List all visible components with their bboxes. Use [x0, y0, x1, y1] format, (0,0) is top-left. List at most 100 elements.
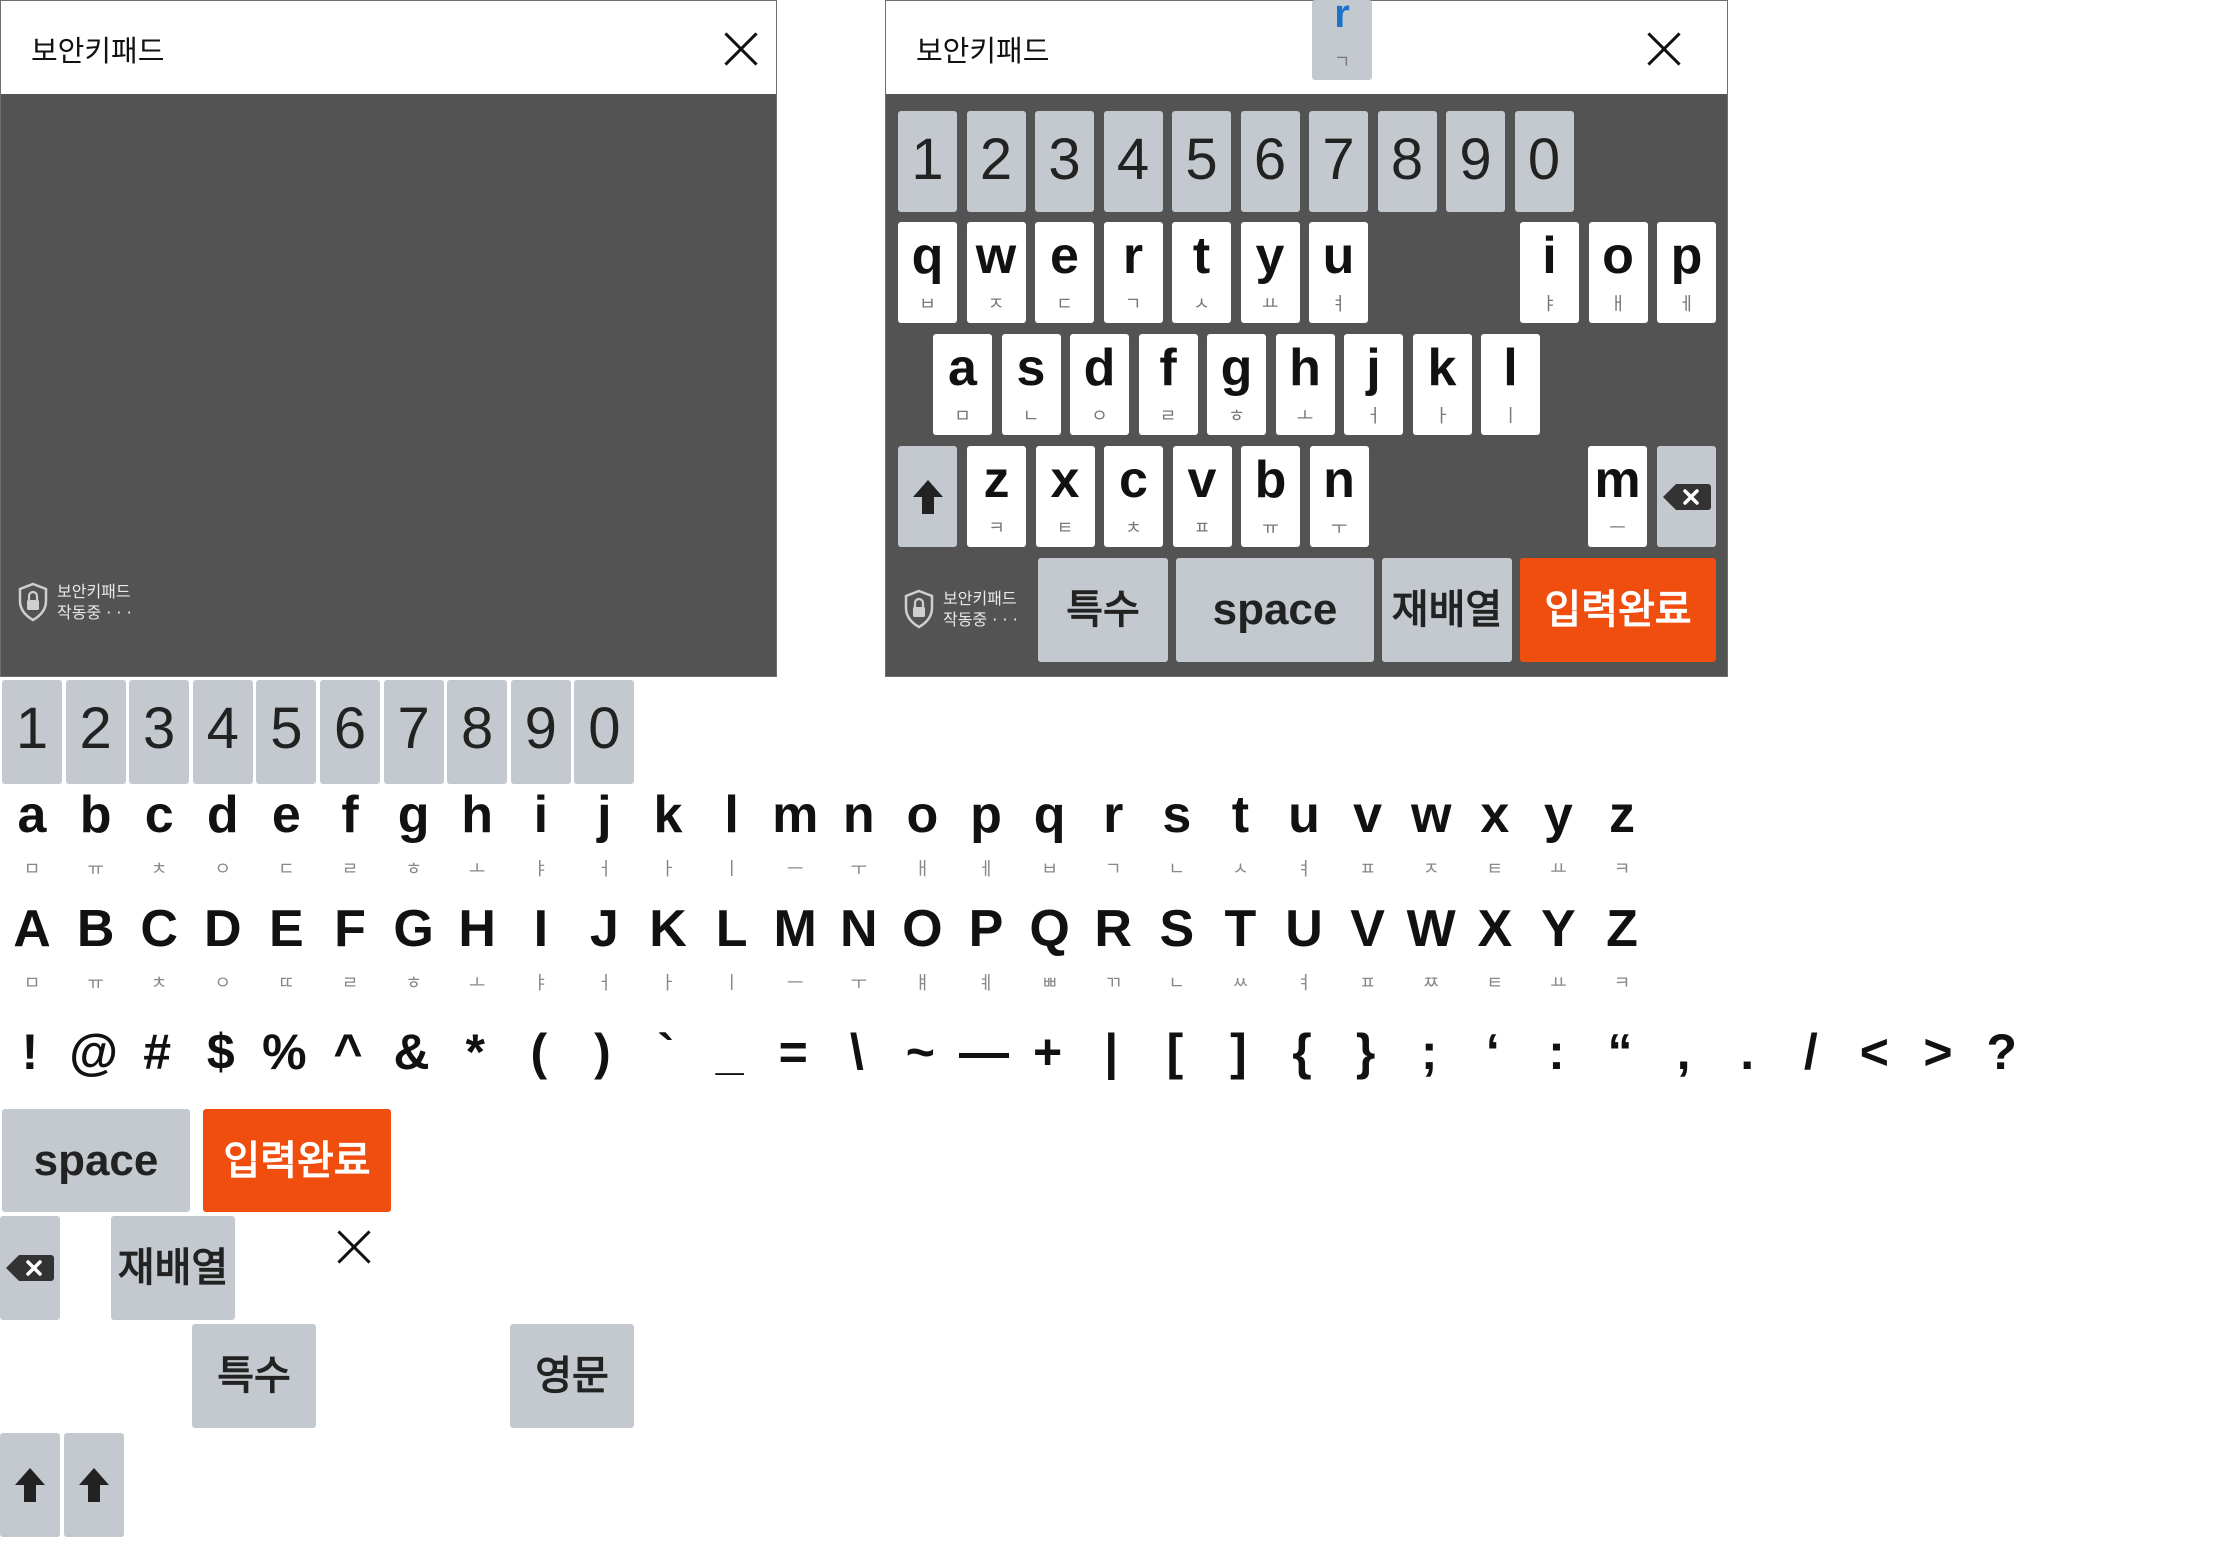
popup-sub: ㄱ — [1333, 52, 1351, 73]
sprite-upper-E: Eㄸ — [254, 903, 318, 995]
key-label: v — [1187, 451, 1217, 509]
shift-arrow-icon — [15, 1468, 45, 1502]
letter-key-l[interactable]: lㅣ — [1481, 334, 1540, 435]
key-label: 6 — [333, 696, 367, 761]
glyph-hangul: ㅑ — [532, 973, 550, 994]
letter-key-f[interactable]: fㄹ — [1138, 334, 1198, 435]
sprite-number-9[interactable]: 9 — [510, 680, 571, 784]
backspace-icon — [6, 1255, 54, 1281]
key-label: u — [1322, 227, 1355, 285]
sprite-number-7[interactable]: 7 — [383, 680, 444, 784]
close-icon[interactable] — [723, 31, 759, 67]
sprite-special-key[interactable]: 특수 — [192, 1324, 316, 1428]
space-key[interactable]: space — [1176, 558, 1374, 662]
glyph-hangul: ㅕ — [1295, 973, 1313, 994]
letter-key-d[interactable]: dㅇ — [1070, 334, 1129, 435]
glyph-char: O — [902, 900, 943, 958]
glyph-char: v — [1353, 786, 1383, 844]
sprite-upper-Y: Yㅛ — [1526, 903, 1590, 995]
sprite-number-5[interactable]: 5 — [256, 680, 317, 784]
glyph-char: j — [597, 786, 612, 844]
done-key[interactable]: 입력완료 — [1520, 558, 1716, 662]
letter-key-b[interactable]: bㅠ — [1241, 446, 1300, 547]
letter-key-z[interactable]: zㅋ — [967, 446, 1026, 547]
letter-key-o[interactable]: oㅐ — [1588, 222, 1648, 323]
glyph-char: y — [1543, 786, 1573, 844]
sprite-number-2[interactable]: 2 — [65, 680, 126, 784]
key-label: x — [1050, 451, 1080, 509]
letter-key-t[interactable]: tㅅ — [1172, 222, 1231, 323]
shift-key[interactable] — [898, 446, 957, 547]
sprite-space-key[interactable]: space — [2, 1109, 190, 1212]
number-key-6[interactable]: 6 — [1240, 111, 1300, 212]
glyph-hangul: ㅛ — [1550, 859, 1567, 880]
letter-key-c[interactable]: cㅊ — [1104, 446, 1163, 547]
letter-key-s[interactable]: sㄴ — [1001, 334, 1061, 435]
key-label: b — [1254, 451, 1287, 509]
glyph-hangul: ㄹ — [341, 973, 359, 994]
number-key-0[interactable]: 0 — [1514, 111, 1574, 212]
sprite-number-0[interactable]: 0 — [574, 680, 635, 784]
key-label: 영문 — [535, 1353, 609, 1399]
glyph-hangul: ㅈ — [1422, 859, 1440, 880]
sprite-number-3[interactable]: 3 — [129, 680, 190, 784]
letter-key-j[interactable]: jㅓ — [1344, 334, 1403, 435]
number-key-5[interactable]: 5 — [1172, 111, 1231, 212]
glyph-hangul: ㄱ — [1104, 859, 1122, 880]
sprite-lower-d: dㅇ — [191, 789, 255, 881]
sprite-symbol: > — [1923, 1024, 1953, 1080]
number-key-8[interactable]: 8 — [1377, 111, 1437, 212]
letter-key-v[interactable]: vㅍ — [1172, 446, 1232, 547]
key-label: 8 — [461, 696, 494, 761]
special-chars-key[interactable]: 특수 — [1038, 558, 1168, 662]
panel-header: 보안키패드 — [886, 1, 1727, 94]
letter-key-x[interactable]: xㅌ — [1035, 446, 1095, 547]
letter-key-w[interactable]: wㅈ — [966, 222, 1026, 323]
sprite-symbol: : — [1548, 1024, 1565, 1080]
letter-key-p[interactable]: pㅔ — [1657, 222, 1716, 323]
glyph-hangul: ㅋ — [1613, 859, 1631, 880]
letter-key-n[interactable]: nㅜ — [1309, 446, 1369, 547]
glyph-char: a — [17, 786, 47, 844]
letter-key-m[interactable]: mㅡ — [1588, 446, 1647, 547]
key-label: h — [1289, 339, 1321, 397]
sprite-shuffle-key[interactable]: 재배열 — [111, 1216, 235, 1320]
key-label: i — [1542, 227, 1557, 285]
letter-key-h[interactable]: hㅗ — [1275, 334, 1335, 435]
glyph-char: T — [1224, 900, 1257, 958]
glyph-char: X — [1477, 900, 1513, 958]
key-label: w — [975, 227, 1017, 285]
shuffle-key[interactable]: 재배열 — [1382, 558, 1512, 662]
letter-key-i[interactable]: iㅑ — [1520, 222, 1579, 323]
number-key-3[interactable]: 3 — [1035, 111, 1094, 212]
sprite-lower-l: lㅣ — [700, 789, 764, 881]
number-key-4[interactable]: 4 — [1103, 111, 1163, 212]
letter-key-a[interactable]: aㅁ — [933, 334, 992, 435]
number-key-1[interactable]: 1 — [898, 111, 957, 212]
sprite-symbol: “ — [1607, 1024, 1633, 1080]
letter-key-q[interactable]: qㅂ — [898, 222, 957, 323]
number-key-2[interactable]: 2 — [966, 111, 1026, 212]
letter-key-k[interactable]: kㅏ — [1412, 334, 1472, 435]
number-key-7[interactable]: 7 — [1309, 111, 1368, 212]
sprite-english-key[interactable]: 영문 — [510, 1324, 634, 1428]
sprite-done-key[interactable]: 입력완료 — [203, 1109, 391, 1212]
letter-key-g[interactable]: gㅎ — [1207, 334, 1266, 435]
letter-key-u[interactable]: uㅕ — [1309, 222, 1368, 323]
key-hangul-hint: ㄴ — [1022, 406, 1040, 427]
key-label: 0 — [588, 696, 621, 761]
sprite-upper-U: Uㅕ — [1272, 903, 1336, 995]
sprite-number-8[interactable]: 8 — [447, 680, 508, 784]
sprite-number-4[interactable]: 4 — [192, 680, 253, 784]
backspace-key[interactable] — [1657, 446, 1716, 547]
letter-key-y[interactable]: yㅛ — [1240, 222, 1300, 323]
number-key-9[interactable]: 9 — [1446, 111, 1505, 212]
close-icon[interactable] — [1646, 31, 1682, 67]
sprite-number-1[interactable]: 1 — [2, 680, 62, 784]
glyph-hangul: ㅓ — [596, 859, 613, 880]
shift-arrow-icon — [912, 479, 943, 514]
key-label: g — [1220, 339, 1253, 397]
sprite-number-6[interactable]: 6 — [320, 680, 380, 784]
letter-key-r[interactable]: rㄱ — [1103, 222, 1163, 323]
letter-key-e[interactable]: eㄷ — [1035, 222, 1094, 323]
